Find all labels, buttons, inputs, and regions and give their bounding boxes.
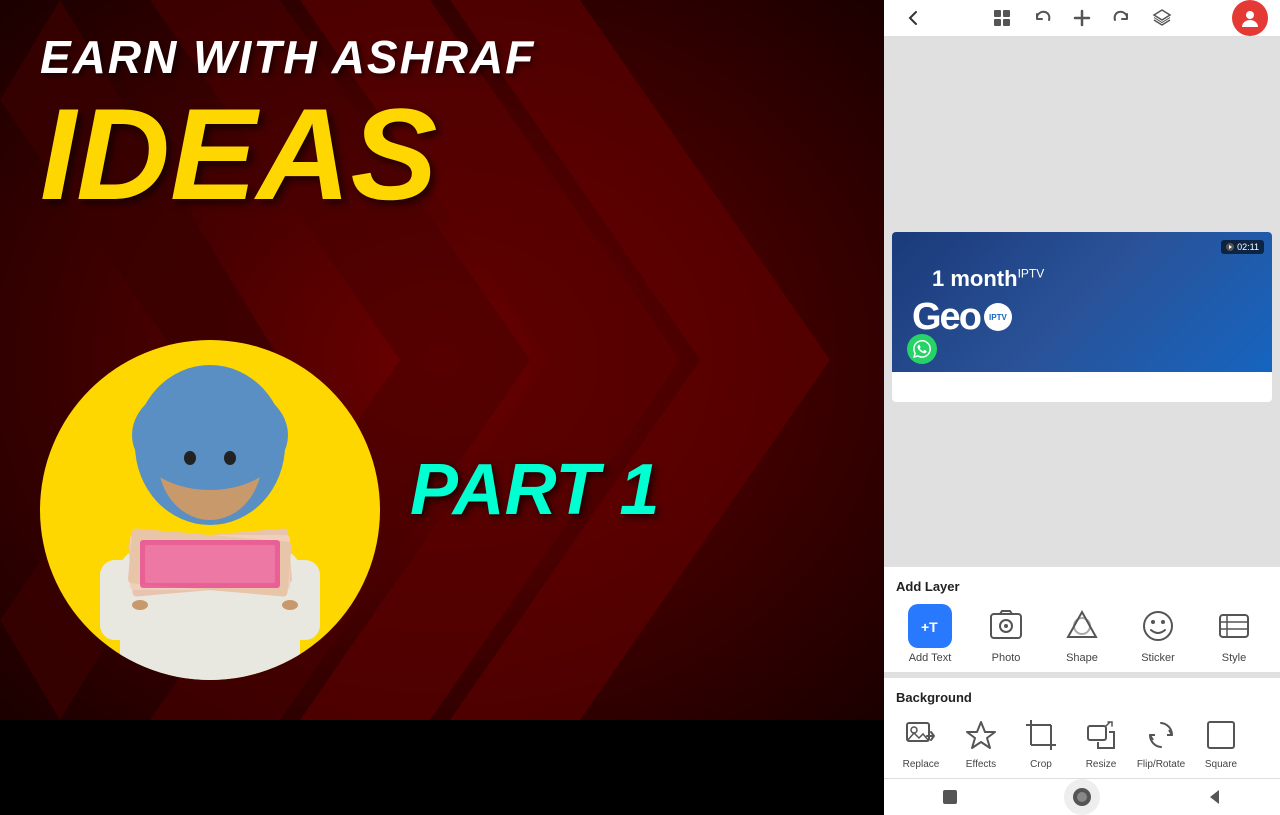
effects-tool[interactable]: Effects bbox=[952, 715, 1010, 770]
square-tool[interactable]: Square bbox=[1192, 715, 1250, 770]
style-tool[interactable]: Style bbox=[1204, 604, 1264, 664]
add-layer-title: Add Layer bbox=[892, 579, 1272, 594]
whatsapp-icon bbox=[907, 334, 937, 364]
shape-icon-wrap bbox=[1060, 604, 1104, 648]
redo-button[interactable] bbox=[1104, 0, 1140, 36]
add-button[interactable] bbox=[1064, 0, 1100, 36]
flip-rotate-icon-wrap bbox=[1141, 715, 1181, 755]
crop-tool[interactable]: Crop bbox=[1012, 715, 1070, 770]
canvas-content: EARN WITH ASHRAF IDEAS bbox=[0, 0, 884, 720]
crop-icon-wrap bbox=[1021, 715, 1061, 755]
undo-button[interactable] bbox=[1024, 0, 1060, 36]
effects-icon-wrap bbox=[961, 715, 1001, 755]
resize-tool[interactable]: Resize bbox=[1072, 715, 1130, 770]
stop-button[interactable] bbox=[932, 779, 968, 815]
photo-icon-wrap bbox=[984, 604, 1028, 648]
record-button[interactable] bbox=[1064, 779, 1100, 815]
duration-text: 02:11 bbox=[1237, 242, 1259, 252]
add-text-icon-wrap: +T bbox=[908, 604, 952, 648]
flip-rotate-icon bbox=[1144, 718, 1178, 752]
resize-label: Resize bbox=[1086, 759, 1117, 770]
style-icon-wrap bbox=[1212, 604, 1256, 648]
add-text-tool[interactable]: +T Add Text bbox=[900, 604, 960, 664]
layers-button[interactable] bbox=[1144, 0, 1180, 36]
prev-icon bbox=[1205, 788, 1223, 806]
photo-icon bbox=[989, 609, 1023, 643]
shape-icon bbox=[1065, 609, 1099, 643]
sidebar: 02:11 1 monthIPTV Geo IPTV bbox=[884, 0, 1280, 720]
effects-icon bbox=[964, 718, 998, 752]
redo-icon bbox=[1112, 8, 1132, 28]
panel-top-empty bbox=[884, 37, 1280, 232]
svg-text:+T: +T bbox=[921, 619, 938, 635]
back-icon bbox=[904, 8, 924, 28]
flip-rotate-label: Flip/Rotate bbox=[1137, 759, 1185, 770]
square-icon bbox=[1204, 718, 1238, 752]
replace-icon-wrap bbox=[901, 715, 941, 755]
earn-with-ashraf-text: EARN WITH ASHRAF bbox=[40, 30, 844, 84]
toolbar-center-icons bbox=[984, 0, 1180, 36]
avatar-circle bbox=[40, 340, 380, 680]
effects-label: Effects bbox=[966, 759, 996, 770]
add-layer-tools: +T Add Text Photo bbox=[892, 604, 1272, 664]
crop-icon bbox=[1024, 718, 1058, 752]
crop-label: Crop bbox=[1030, 759, 1052, 770]
background-title: Background bbox=[892, 690, 1272, 705]
record-icon bbox=[1071, 786, 1093, 808]
sticker-icon-wrap bbox=[1136, 604, 1180, 648]
bottom-row: PART 1 bbox=[40, 340, 844, 690]
canvas-area: EARN WITH ASHRAF IDEAS bbox=[0, 0, 884, 720]
background-tools: Replace Effects bbox=[892, 715, 1272, 770]
panel-area: 02:11 1 monthIPTV Geo IPTV bbox=[884, 37, 1280, 778]
undo-icon bbox=[1032, 8, 1052, 28]
replace-label: Replace bbox=[903, 759, 940, 770]
person-illustration bbox=[40, 340, 380, 680]
bottom-nav bbox=[884, 778, 1280, 815]
style-label: Style bbox=[1222, 652, 1246, 664]
back-button[interactable] bbox=[896, 0, 932, 36]
iptv-line1: 1 monthIPTV bbox=[932, 266, 1044, 292]
add-layer-section: Add Layer +T Add Text bbox=[884, 567, 1280, 672]
profile-icon bbox=[1239, 7, 1261, 29]
grid-button[interactable] bbox=[984, 0, 1020, 36]
layers-icon bbox=[1152, 8, 1172, 28]
play-icon-small bbox=[1226, 243, 1234, 251]
whatsapp-svg bbox=[913, 340, 931, 358]
card-inner: 02:11 1 monthIPTV Geo IPTV bbox=[892, 232, 1272, 372]
stop-icon bbox=[940, 787, 960, 807]
sticker-label: Sticker bbox=[1141, 652, 1175, 664]
style-icon bbox=[1217, 609, 1251, 643]
panel-bottom-empty bbox=[884, 402, 1280, 567]
toolbar-left-icons bbox=[896, 0, 932, 36]
square-label: Square bbox=[1205, 759, 1237, 770]
resize-icon bbox=[1084, 718, 1118, 752]
geo-logo-text: Geo bbox=[912, 296, 980, 339]
top-toolbar bbox=[884, 0, 1280, 37]
grid-icon bbox=[992, 8, 1012, 28]
sticker-tool[interactable]: Sticker bbox=[1128, 604, 1188, 664]
badge-text: IPTV bbox=[989, 313, 1007, 322]
add-icon bbox=[1072, 8, 1092, 28]
add-text-icon: +T bbox=[916, 612, 944, 640]
profile-button[interactable] bbox=[1232, 0, 1268, 36]
geo-iptv-badge: IPTV bbox=[984, 303, 1012, 331]
background-section: Background Replace bbox=[884, 678, 1280, 778]
resize-icon-wrap bbox=[1081, 715, 1121, 755]
part-text: PART 1 bbox=[410, 449, 659, 531]
square-icon-wrap bbox=[1201, 715, 1241, 755]
prev-button[interactable] bbox=[1196, 779, 1232, 815]
shape-label: Shape bbox=[1066, 652, 1098, 664]
replace-tool[interactable]: Replace bbox=[892, 715, 950, 770]
ideas-text: IDEAS bbox=[40, 89, 844, 219]
video-duration-badge: 02:11 bbox=[1221, 240, 1264, 254]
photo-label: Photo bbox=[992, 652, 1021, 664]
flip-rotate-tool[interactable]: Flip/Rotate bbox=[1132, 715, 1190, 770]
iptv-card[interactable]: 02:11 1 monthIPTV Geo IPTV bbox=[892, 232, 1272, 402]
shape-tool[interactable]: Shape bbox=[1052, 604, 1112, 664]
replace-icon bbox=[904, 718, 938, 752]
photo-tool[interactable]: Photo bbox=[976, 604, 1036, 664]
sticker-icon bbox=[1141, 609, 1175, 643]
add-text-label: Add Text bbox=[909, 652, 952, 664]
